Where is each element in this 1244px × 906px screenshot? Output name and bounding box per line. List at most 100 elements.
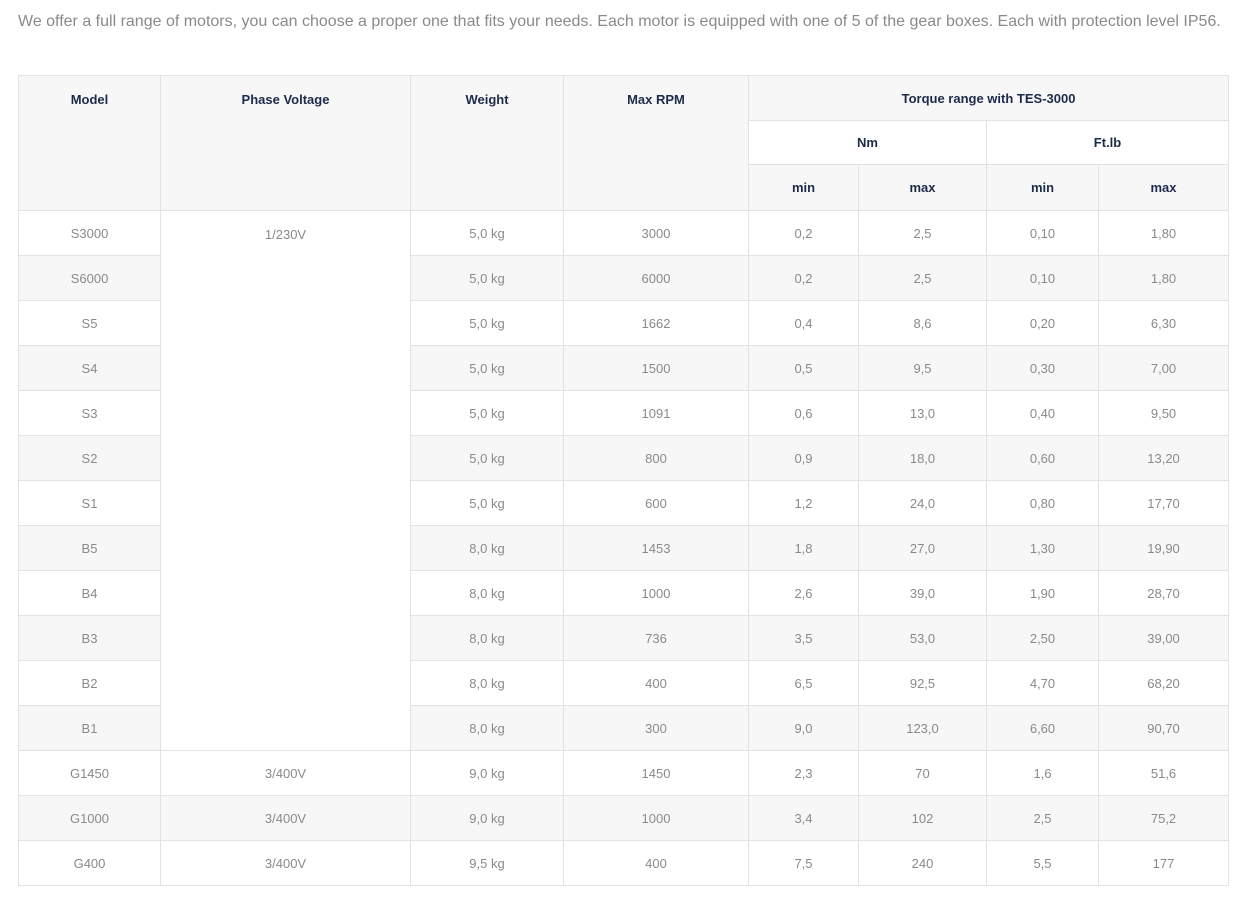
cell-nm-max: 13,0 (858, 390, 987, 436)
table-row: G400 3/400V 9,5 kg 400 7,5 240 5,5 177 (18, 840, 1230, 886)
cell-ftlb-max: 1,80 (1097, 255, 1230, 301)
column-header-ftlb-max: max (1097, 164, 1230, 211)
cell-ftlb-max: 17,70 (1097, 480, 1230, 526)
cell-nm-min: 0,5 (748, 345, 859, 391)
cell-weight: 5,0 kg (410, 300, 564, 346)
cell-nm-min: 3,4 (748, 795, 859, 841)
cell-model: S2 (18, 435, 161, 481)
cell-ftlb-max: 75,2 (1097, 795, 1230, 841)
cell-ftlb-min: 0,80 (986, 480, 1099, 526)
cell-max-rpm: 300 (563, 705, 749, 751)
cell-max-rpm: 1000 (563, 795, 749, 841)
cell-ftlb-max: 7,00 (1097, 345, 1230, 391)
cell-max-rpm: 600 (563, 480, 749, 526)
cell-weight: 8,0 kg (410, 615, 564, 661)
cell-ftlb-min: 1,90 (986, 570, 1099, 616)
cell-nm-min: 7,5 (748, 840, 859, 886)
cell-nm-min: 2,3 (748, 750, 859, 796)
cell-nm-max: 18,0 (858, 435, 987, 481)
cell-nm-min: 1,2 (748, 480, 859, 526)
cell-ftlb-min: 2,50 (986, 615, 1099, 661)
cell-model: G1450 (18, 750, 161, 796)
cell-nm-max: 92,5 (858, 660, 987, 706)
column-header-nm: Nm (748, 120, 987, 165)
cell-phase-voltage: 1/230V (160, 210, 411, 751)
cell-ftlb-min: 2,5 (986, 795, 1099, 841)
table-header: Model Phase Voltage Weight Max RPM Torqu… (18, 75, 1230, 211)
cell-weight: 8,0 kg (410, 660, 564, 706)
cell-nm-max: 9,5 (858, 345, 987, 391)
cell-nm-max: 240 (858, 840, 987, 886)
cell-ftlb-max: 39,00 (1097, 615, 1230, 661)
cell-model: S5 (18, 300, 161, 346)
cell-nm-min: 0,9 (748, 435, 859, 481)
cell-weight: 9,5 kg (410, 840, 564, 886)
cell-ftlb-max: 68,20 (1097, 660, 1230, 706)
cell-nm-max: 8,6 (858, 300, 987, 346)
column-header-torque-range: Torque range with TES-3000 (747, 75, 1230, 121)
cell-max-rpm: 1500 (563, 345, 749, 391)
cell-max-rpm: 6000 (563, 255, 749, 301)
cell-weight: 5,0 kg (410, 345, 564, 391)
cell-nm-min: 1,8 (748, 525, 859, 571)
cell-ftlb-max: 28,70 (1097, 570, 1230, 616)
cell-ftlb-max: 51,6 (1097, 750, 1230, 796)
cell-nm-min: 9,0 (748, 705, 859, 751)
table-body: S3000 1/230V 5,0 kg 3000 0,2 2,5 0,10 1,80 S6000… (18, 210, 1230, 886)
cell-nm-max: 24,0 (858, 480, 987, 526)
cell-max-rpm: 400 (563, 840, 749, 886)
cell-ftlb-min: 0,30 (986, 345, 1099, 391)
column-header-phase-voltage: Phase Voltage (160, 75, 411, 211)
cell-max-rpm: 400 (563, 660, 749, 706)
cell-ftlb-min: 5,5 (986, 840, 1099, 886)
cell-max-rpm: 800 (563, 435, 749, 481)
column-header-ftlb: Ft.lb (985, 120, 1230, 165)
cell-ftlb-min: 0,20 (986, 300, 1099, 346)
cell-nm-max: 123,0 (858, 705, 987, 751)
cell-nm-max: 70 (858, 750, 987, 796)
cell-ftlb-min: 0,40 (986, 390, 1099, 436)
cell-weight: 8,0 kg (410, 525, 564, 571)
cell-ftlb-max: 177 (1097, 840, 1230, 886)
cell-weight: 9,0 kg (410, 795, 564, 841)
table-row: S3000 1/230V 5,0 kg 3000 0,2 2,5 0,10 1,80 (18, 210, 1230, 751)
cell-model: S3000 (18, 210, 161, 256)
cell-nm-max: 102 (858, 795, 987, 841)
column-header-max-rpm: Max RPM (563, 75, 749, 211)
cell-ftlb-min: 0,10 (986, 255, 1099, 301)
column-header-weight: Weight (410, 75, 564, 211)
cell-ftlb-max: 1,80 (1097, 210, 1230, 256)
cell-ftlb-min: 0,10 (986, 210, 1099, 256)
cell-nm-min: 0,2 (748, 210, 859, 256)
cell-model: G1000 (18, 795, 161, 841)
cell-model: B4 (18, 570, 161, 616)
cell-nm-min: 0,6 (748, 390, 859, 436)
cell-ftlb-min: 0,60 (986, 435, 1099, 481)
cell-model: B5 (18, 525, 161, 571)
cell-weight: 5,0 kg (410, 480, 564, 526)
cell-weight: 5,0 kg (410, 210, 564, 256)
cell-max-rpm: 1662 (563, 300, 749, 346)
cell-ftlb-max: 90,70 (1097, 705, 1230, 751)
cell-model: S1 (18, 480, 161, 526)
cell-phase-voltage: 3/400V (160, 750, 411, 796)
cell-model: S4 (18, 345, 161, 391)
column-header-ftlb-min: min (986, 164, 1099, 211)
table-row: G1000 3/400V 9,0 kg 1000 3,4 102 2,5 75,2 (18, 795, 1230, 841)
cell-weight: 5,0 kg (410, 255, 564, 301)
cell-weight: 5,0 kg (410, 390, 564, 436)
motor-specs-table: Model Phase Voltage Weight Max RPM Torqu… (18, 75, 1230, 886)
cell-max-rpm: 736 (563, 615, 749, 661)
intro-paragraph: We offer a full range of motors, you can… (18, 13, 1221, 30)
cell-model: S6000 (18, 255, 161, 301)
cell-ftlb-min: 1,30 (986, 525, 1099, 571)
cell-max-rpm: 1091 (563, 390, 749, 436)
cell-nm-max: 2,5 (858, 255, 987, 301)
cell-nm-min: 3,5 (748, 615, 859, 661)
cell-model: B2 (18, 660, 161, 706)
cell-phase-voltage: 3/400V (160, 840, 411, 886)
cell-model: S3 (18, 390, 161, 436)
column-header-nm-min: min (748, 164, 859, 211)
cell-weight: 8,0 kg (410, 705, 564, 751)
cell-nm-max: 53,0 (858, 615, 987, 661)
